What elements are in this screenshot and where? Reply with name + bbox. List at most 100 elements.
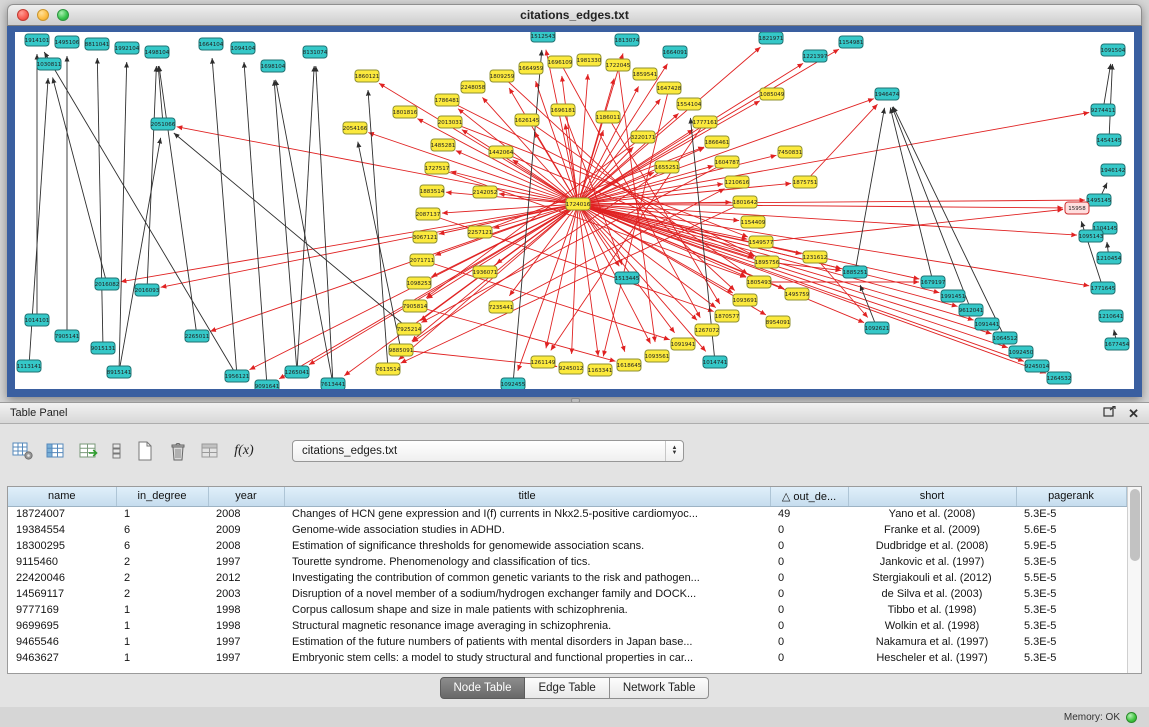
graph-node[interactable]: 1495759 <box>785 288 810 300</box>
graph-node[interactable]: 2257121 <box>468 226 493 238</box>
column-chooser-button[interactable] <box>43 438 69 464</box>
delete-table-button[interactable] <box>165 438 191 464</box>
graph-edge[interactable] <box>761 210 1063 243</box>
graph-edge[interactable] <box>53 78 107 285</box>
window-titlebar[interactable]: citations_edges.txt <box>7 4 1142 26</box>
tab-edge-table[interactable]: Edge Table <box>525 677 609 699</box>
graph-node[interactable]: 8954091 <box>766 316 791 328</box>
minimize-window-button[interactable] <box>37 9 49 21</box>
float-panel-icon[interactable] <box>1103 406 1116 420</box>
graph-edge[interactable] <box>480 147 704 232</box>
tab-node-table[interactable]: Node Table <box>440 677 526 699</box>
graph-node[interactable]: 1956121 <box>225 370 250 382</box>
graph-node[interactable]: 1095143 <box>1079 230 1104 242</box>
column-settings-button[interactable] <box>10 438 36 464</box>
graph-node[interactable]: 1554104 <box>677 98 702 110</box>
graph-node[interactable]: 9274411 <box>1091 104 1116 116</box>
graph-node[interactable]: 1092450 <box>1009 346 1034 358</box>
close-window-button[interactable] <box>17 9 29 21</box>
graph-node[interactable]: 1094104 <box>231 42 256 54</box>
graph-node[interactable]: 1113141 <box>17 360 42 372</box>
graph-node[interactable]: 8915141 <box>107 366 132 378</box>
graph-node[interactable]: 1875751 <box>793 176 818 188</box>
import-table-button[interactable] <box>198 438 224 464</box>
graph-node[interactable]: 1777161 <box>693 116 718 128</box>
graph-node[interactable]: 1698104 <box>261 60 286 72</box>
graph-node[interactable]: 1261149 <box>531 356 556 368</box>
graph-node[interactable]: 1895756 <box>755 256 780 268</box>
graph-node[interactable]: 1946474 <box>875 88 900 100</box>
column-header-in_degree[interactable]: in_degree <box>116 487 208 506</box>
graph-node[interactable]: 1265041 <box>285 366 310 378</box>
graph-node[interactable]: 1014741 <box>703 356 728 368</box>
graph-edge[interactable] <box>97 58 103 348</box>
graph-node[interactable]: 1809259 <box>490 70 515 82</box>
graph-edge[interactable] <box>212 58 237 376</box>
graph-node[interactable]: 2265011 <box>185 330 210 342</box>
zoom-window-button[interactable] <box>57 9 69 21</box>
graph-node[interactable]: 1091441 <box>975 318 1000 330</box>
graph-node[interactable]: 1801642 <box>733 196 758 208</box>
graph-node[interactable]: 1655251 <box>655 161 680 173</box>
graph-node[interactable]: 7450831 <box>778 146 803 158</box>
graph-node[interactable]: 1883514 <box>420 185 445 197</box>
graph-node[interactable]: 1991451 <box>941 290 966 302</box>
column-header-title[interactable]: title <box>284 487 770 506</box>
graph-node[interactable]: 1030811 <box>37 58 62 70</box>
graph-node[interactable]: 7925214 <box>397 323 422 335</box>
graph-node[interactable]: 1092621 <box>865 322 890 334</box>
table-row[interactable]: 2242004622012Investigating the contribut… <box>8 570 1126 586</box>
graph-node[interactable]: 1092455 <box>501 378 526 389</box>
graph-node[interactable]: 7905141 <box>55 330 80 342</box>
table-row[interactable]: 911546021997Tourette syndrome. Phenomeno… <box>8 554 1126 570</box>
graph-node[interactable]: 2248058 <box>461 81 486 93</box>
graph-node[interactable]: 2016082 <box>95 278 120 290</box>
graph-node[interactable]: 1098253 <box>407 277 432 289</box>
network-canvas[interactable]: 1724016178648122480581809259166495916961… <box>15 32 1134 389</box>
row-tools-button[interactable] <box>109 438 125 464</box>
graph-node[interactable]: 1210616 <box>725 176 750 188</box>
graph-node[interactable]: 1992104 <box>115 42 140 54</box>
graph-node[interactable]: 1866461 <box>705 136 730 148</box>
graph-node[interactable]: 1771645 <box>1091 282 1116 294</box>
graph-node[interactable]: 1677454 <box>1105 338 1130 350</box>
graph-node[interactable]: 1727517 <box>425 162 450 174</box>
graph-node[interactable]: 1210641 <box>1099 310 1124 322</box>
graph-node[interactable]: 9091641 <box>255 380 280 389</box>
table-row[interactable]: 946362711997Embryonic stem cells: a mode… <box>8 650 1126 666</box>
graph-node[interactable]: 1696109 <box>548 56 573 68</box>
graph-node[interactable]: 2071711 <box>410 254 435 266</box>
graph-node[interactable]: 2142052 <box>473 186 498 198</box>
graph-edge[interactable] <box>578 183 791 204</box>
graph-edge[interactable] <box>368 90 388 369</box>
graph-edge[interactable] <box>159 66 197 336</box>
graph-node[interactable]: 3220171 <box>631 131 656 143</box>
graph-edge[interactable] <box>147 66 156 290</box>
graph-node[interactable]: 2054166 <box>343 122 368 134</box>
graph-node[interactable]: 1626145 <box>515 114 540 126</box>
table-row[interactable]: 1830029562008Estimation of significance … <box>8 538 1126 554</box>
graph-edge[interactable] <box>44 52 237 376</box>
graph-node[interactable]: 1786481 <box>435 94 460 106</box>
graph-node[interactable]: 1946142 <box>1101 164 1126 176</box>
graph-node[interactable]: 8131074 <box>303 46 328 58</box>
graph-node[interactable]: 2013031 <box>438 116 463 128</box>
function-builder-button[interactable]: f(x) <box>231 438 257 464</box>
graph-node[interactable]: 1821971 <box>759 32 784 44</box>
graph-edge[interactable] <box>161 204 578 287</box>
column-header-pagerank[interactable]: pagerank <box>1016 487 1126 506</box>
graph-edge[interactable] <box>805 104 878 182</box>
close-panel-icon[interactable]: ✕ <box>1128 407 1139 420</box>
graph-node[interactable]: 1091504 <box>1101 44 1126 56</box>
graph-node[interactable]: 1210454 <box>1097 252 1122 264</box>
graph-node[interactable]: 1093691 <box>733 294 758 306</box>
graph-node[interactable]: 7235441 <box>489 301 514 313</box>
graph-node[interactable]: 9612041 <box>959 304 984 316</box>
graph-node[interactable]: 1801816 <box>393 106 418 118</box>
graph-node[interactable]: 1442064 <box>489 146 514 158</box>
graph-node[interactable]: 1154981 <box>839 36 864 48</box>
graph-node[interactable]: 1679197 <box>921 276 946 288</box>
table-row[interactable]: 977716911998Corpus callosum shape and si… <box>8 602 1126 618</box>
graph-edge[interactable] <box>546 50 578 204</box>
graph-node[interactable]: 1485281 <box>431 139 456 151</box>
